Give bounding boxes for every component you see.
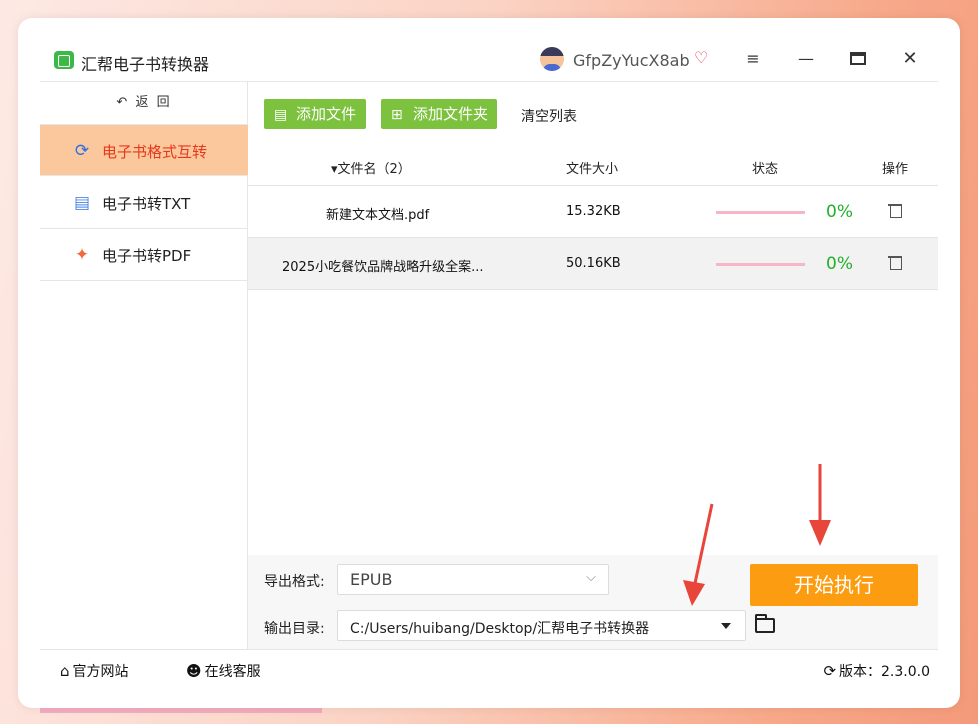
annotation-arrow-left — [683, 503, 714, 606]
document-icon: ▤ — [73, 193, 91, 213]
user-avatar[interactable] — [540, 47, 564, 71]
back-arrow-icon: ↶ — [116, 95, 136, 110]
file-name: 新建文本文档.pdf — [326, 208, 430, 223]
file-size: 15.32KB — [566, 204, 621, 219]
export-format-value: EPUB — [350, 570, 393, 589]
table-header: ▾文件名（2） 文件大小 状态 操作 — [248, 149, 938, 186]
progress-percent: 0% — [826, 202, 853, 222]
output-dir-value: C:/Users/huibang/Desktop/汇帮电子书转换器 — [350, 621, 650, 637]
pdf-icon: ✦ — [74, 245, 90, 265]
online-service-label: 在线客服 — [204, 664, 261, 680]
back-label: 返 回 — [135, 95, 172, 110]
file-size: 50.16KB — [566, 256, 621, 271]
home-icon: ⌂ — [60, 662, 70, 680]
support-agent-icon: ☻ — [186, 662, 202, 680]
start-button[interactable]: 开始执行 — [750, 564, 918, 606]
background-stripe — [40, 708, 322, 713]
minimize-icon[interactable]: — — [794, 48, 818, 70]
header-size: 文件大小 — [566, 162, 619, 177]
progress-bar — [716, 211, 805, 214]
maximize-icon[interactable] — [846, 48, 870, 70]
add-file-button[interactable]: ▤ 添加文件 — [264, 99, 366, 129]
table-row[interactable]: 2025小吃餐饮品牌战略升级全案... 50.16KB 0% — [248, 238, 938, 290]
delete-icon[interactable] — [888, 253, 902, 270]
header-status: 状态 — [752, 162, 779, 177]
folder-plus-icon: ⊞ — [391, 107, 403, 123]
sidebar-item-format-convert[interactable]: ⟳ 电子书格式互转 — [40, 124, 248, 176]
version-label: 版本：2.3.0.0 — [839, 664, 930, 680]
open-folder-icon[interactable] — [755, 614, 775, 633]
sidebar-item-to-pdf[interactable]: ✦ 电子书转PDF — [40, 229, 248, 281]
back-button[interactable]: ↶ 返 回 — [40, 82, 248, 124]
clear-list-button[interactable]: 清空列表 — [521, 106, 577, 126]
sidebar-item-label: 电子书转TXT — [102, 195, 191, 213]
progress-percent: 0% — [826, 254, 853, 274]
file-name: 2025小吃餐饮品牌战略升级全案... — [282, 260, 484, 275]
export-format-label: 导出格式: — [264, 574, 325, 590]
export-format-select[interactable]: EPUB ⌵ — [337, 564, 609, 595]
online-service-link[interactable]: ☻ 在线客服 — [186, 661, 261, 681]
app-logo-icon — [54, 51, 74, 69]
vip-heart-icon[interactable]: ♡ — [694, 48, 708, 67]
sidebar-item-label: 电子书格式互转 — [102, 143, 208, 161]
output-dir-label: 输出目录: — [264, 621, 325, 637]
delete-icon[interactable] — [888, 201, 902, 218]
sidebar-item-label: 电子书转PDF — [102, 247, 192, 265]
progress-fill — [716, 211, 805, 214]
app-window: 汇帮电子书转换器 GfpZyYucX8ab ♡ ≡ — ✕ ↶ 返 回 ⟳ 电子… — [18, 18, 960, 708]
output-dir-select[interactable]: C:/Users/huibang/Desktop/汇帮电子书转换器 — [337, 610, 746, 641]
add-folder-label: 添加文件夹 — [413, 105, 489, 123]
official-website-label: 官方网站 — [72, 664, 129, 680]
official-website-link[interactable]: ⌂ 官方网站 — [60, 661, 129, 681]
close-icon[interactable]: ✕ — [898, 48, 922, 70]
menu-icon[interactable]: ≡ — [741, 48, 765, 70]
username[interactable]: GfpZyYucX8ab — [573, 51, 690, 70]
progress-bar — [716, 263, 805, 266]
header-name-label: 文件名（2） — [337, 162, 411, 177]
annotation-arrow-right — [809, 464, 831, 546]
footer: ⌂ 官方网站 ☻ 在线客服 ⟳ 版本：2.3.0.0 — [40, 649, 938, 689]
progress-fill — [716, 263, 805, 266]
version-info: ⟳ 版本：2.3.0.0 — [823, 661, 930, 681]
header-action: 操作 — [882, 162, 909, 177]
app-title: 汇帮电子书转换器 — [81, 55, 210, 74]
dropdown-caret-icon — [721, 623, 731, 629]
table-row[interactable]: 新建文本文档.pdf 15.32KB 0% — [248, 186, 938, 238]
add-folder-button[interactable]: ⊞ 添加文件夹 — [381, 99, 497, 129]
file-icon: ▤ — [274, 107, 288, 123]
refresh-icon: ⟳ — [823, 662, 837, 680]
sidebar: ↶ 返 回 ⟳ 电子书格式互转 ▤ 电子书转TXT ✦ 电子书转PDF — [40, 82, 248, 649]
sidebar-item-to-txt[interactable]: ▤ 电子书转TXT — [40, 177, 248, 229]
refresh-icon: ⟳ — [74, 141, 90, 161]
header-name[interactable]: ▾文件名（2） — [331, 158, 411, 177]
add-file-label: 添加文件 — [296, 105, 357, 123]
chevron-down-icon: ⌵ — [586, 570, 596, 585]
title-bar: 汇帮电子书转换器 GfpZyYucX8ab ♡ ≡ — ✕ — [18, 18, 960, 82]
